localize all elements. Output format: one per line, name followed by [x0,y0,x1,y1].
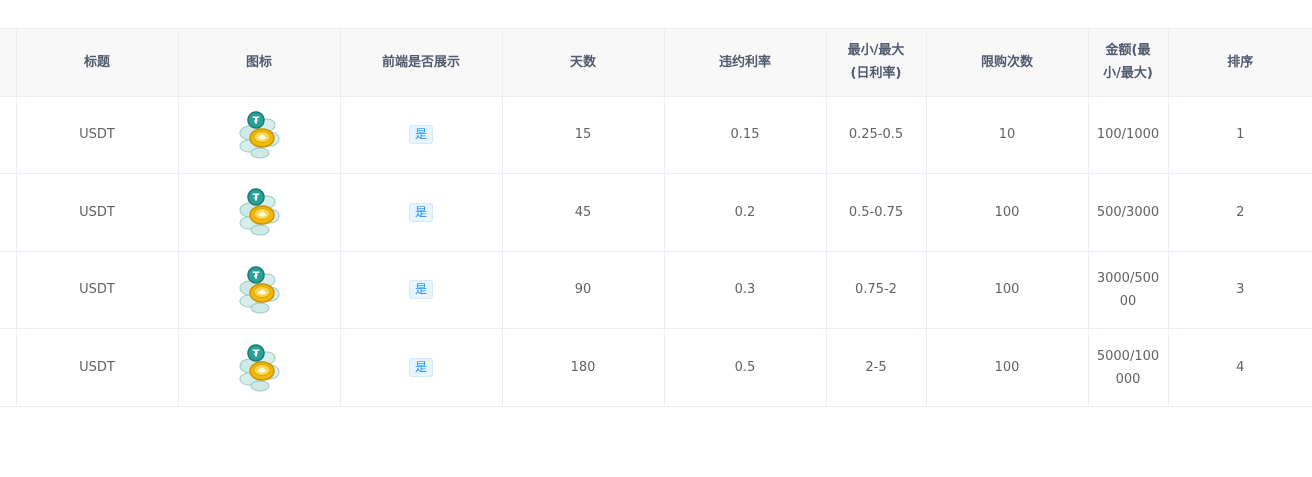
limit-cell: 100 [926,173,1089,252]
amount-cell: 100/1000 [1088,96,1169,174]
column-header-sort[interactable]: 排序 [1168,29,1312,97]
daily-rate-cell: 0.25-0.5 [826,96,927,174]
column-header-selection [0,29,17,97]
sort-cell: 1 [1168,96,1312,174]
title-cell: USDT [16,251,179,329]
table-row[interactable]: USDT ₮ 是 90 0.3 0.75-2 100 3000/50000 3 [0,251,1312,329]
column-header-amount[interactable]: 金额(最 小/最大) [1088,29,1169,97]
icon-cell: ₮ [178,173,341,252]
icon-cell: ₮ [178,328,341,407]
svg-text:₮: ₮ [253,270,260,281]
title-cell: USDT [16,96,179,174]
usdt-coin-icon: ₮ [233,342,285,394]
column-header-daily-rate[interactable]: 最小/最大 (日利率) [826,29,927,97]
days-cell: 45 [502,173,665,252]
title-cell: USDT [16,328,179,407]
daily-rate-cell: 0.5-0.75 [826,173,927,252]
selection-cell [0,96,17,174]
penalty-rate-cell: 0.5 [664,328,827,407]
icon-cell: ₮ [178,96,341,174]
limit-cell: 10 [926,96,1089,174]
usdt-coin-icon: ₮ [233,109,285,161]
display-cell: 是 [340,328,503,407]
limit-cell: 100 [926,251,1089,329]
amount-header-line1: 金额(最 [1105,43,1151,59]
table-row[interactable]: USDT ₮ 是 45 0.2 0.5-0.75 100 500/3000 2 [0,173,1312,252]
days-cell: 15 [502,96,665,174]
svg-text:₮: ₮ [253,348,260,359]
products-table-wrapper: 标题 图标 前端是否展示 天数 违约利率 最小/最大 (日利率) 限购次数 金额… [0,28,1312,407]
products-table: 标题 图标 前端是否展示 天数 违约利率 最小/最大 (日利率) 限购次数 金额… [0,29,1312,407]
days-cell: 180 [502,328,665,407]
svg-text:₮: ₮ [253,193,260,204]
usdt-coin-icon: ₮ [233,186,285,238]
column-header-icon[interactable]: 图标 [178,29,341,97]
display-status-tag: 是 [408,358,433,377]
usdt-coin-icon: ₮ [233,264,285,316]
column-header-limit[interactable]: 限购次数 [926,29,1089,97]
display-status-tag: 是 [408,202,433,222]
selection-cell [0,251,17,329]
table-row[interactable]: USDT ₮ 是 180 0.5 2-5 100 5000/100000 4 [0,328,1312,407]
column-header-display[interactable]: 前端是否展示 [340,29,503,97]
selection-cell [0,173,17,252]
daily-rate-cell: 0.75-2 [826,251,927,329]
penalty-rate-cell: 0.15 [664,96,827,174]
sort-cell: 3 [1168,251,1312,329]
table-body: USDT ₮ 是 15 0.15 0.25-0.5 10 100/1000 1 … [0,96,1312,407]
daily-rate-cell: 2-5 [826,328,927,407]
display-cell: 是 [340,96,503,174]
penalty-rate-cell: 0.2 [664,173,827,252]
table-row[interactable]: USDT ₮ 是 15 0.15 0.25-0.5 10 100/1000 1 [0,96,1312,174]
daily-rate-header-line2: (日利率) [850,66,902,82]
title-cell: USDT [16,173,179,252]
days-cell: 90 [502,251,665,329]
daily-rate-header-line1: 最小/最大 [847,43,905,59]
sort-cell: 4 [1168,328,1312,407]
limit-cell: 100 [926,328,1089,407]
amount-cell: 500/3000 [1088,173,1169,252]
penalty-rate-cell: 0.3 [664,251,827,329]
column-header-days[interactable]: 天数 [502,29,665,97]
amount-header-line2: 小/最大) [1103,66,1153,82]
icon-cell: ₮ [178,251,341,329]
amount-cell: 5000/100000 [1088,328,1169,407]
display-cell: 是 [340,173,503,252]
table-header-row: 标题 图标 前端是否展示 天数 违约利率 最小/最大 (日利率) 限购次数 金额… [0,29,1312,97]
amount-cell: 3000/50000 [1088,251,1169,329]
display-status-tag: 是 [408,125,433,145]
column-header-title[interactable]: 标题 [16,29,179,97]
svg-text:₮: ₮ [253,115,260,126]
selection-cell [0,328,17,407]
column-header-penalty-rate[interactable]: 违约利率 [664,29,827,97]
display-cell: 是 [340,251,503,329]
display-status-tag: 是 [408,280,433,300]
sort-cell: 2 [1168,173,1312,252]
